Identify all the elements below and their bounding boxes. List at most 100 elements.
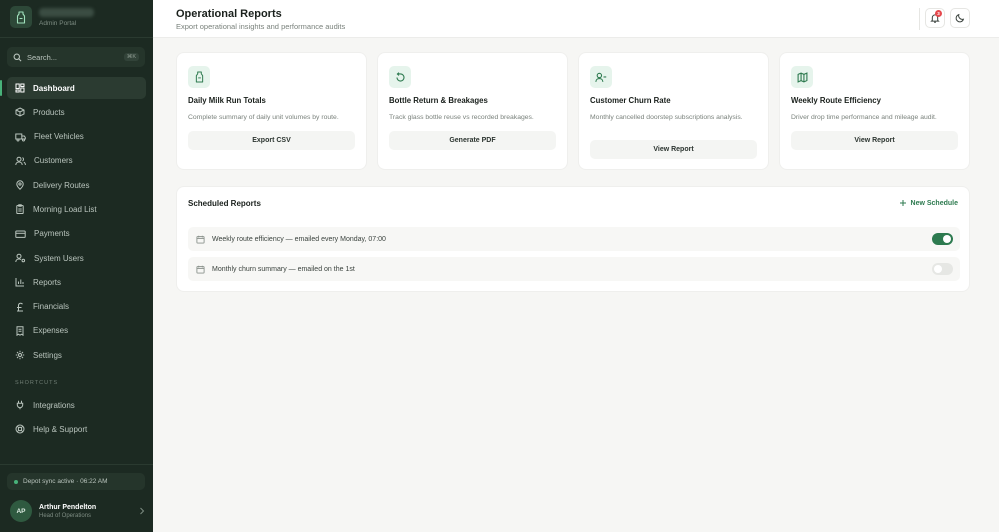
search-input[interactable]: Search... ⌘K: [7, 47, 145, 67]
user-profile[interactable]: AP Arthur Pendelton Head of Operations: [10, 498, 145, 524]
schedule-description: Weekly route efficiency — emailed every …: [212, 235, 386, 243]
report-card-bottle-return: Bottle Return & Breakages Track glass bo…: [377, 52, 568, 170]
sidebar-item-label: Financials: [33, 302, 70, 312]
sidebar-item-label: Delivery Routes: [33, 180, 90, 190]
sidebar-divider: [0, 464, 153, 465]
view-report-button[interactable]: View Report: [590, 140, 757, 159]
credit-card-icon: [15, 230, 26, 238]
sidebar-item-help-support[interactable]: Help & Support: [7, 418, 146, 440]
user-cog-icon: [15, 253, 26, 263]
shortcuts-nav: Integrations Help & Support: [7, 394, 146, 443]
notification-badge: 3: [935, 10, 942, 17]
sidebar-item-label: System Users: [34, 253, 84, 263]
toggle-knob: [943, 235, 951, 243]
calendar-icon: [196, 235, 205, 244]
new-schedule-button[interactable]: New Schedule: [899, 199, 958, 207]
schedule-description: Monthly churn summary — emailed on the 1…: [212, 265, 355, 273]
scheduled-reports-panel: Scheduled Reports New Schedule Weekly ro…: [176, 186, 970, 292]
milk-bottle-icon: [10, 6, 32, 28]
status-dot-icon: [14, 479, 18, 484]
search-placeholder: Search...: [27, 52, 58, 62]
clipboard-icon: [16, 204, 24, 215]
pound-icon: [17, 302, 23, 312]
sidebar-item-label: Morning Load List: [33, 204, 97, 214]
dashboard-icon: [15, 83, 25, 93]
sidebar-divider: [0, 37, 153, 38]
sidebar: Admin Portal Search... ⌘K Dashboard Prod…: [0, 0, 153, 532]
shortcuts-heading: SHORTCUTS: [15, 380, 59, 386]
sidebar-item-label: Settings: [33, 350, 62, 360]
card-title: Bottle Return & Breakages: [389, 96, 488, 105]
schedule-row: Monthly churn summary — emailed on the 1…: [188, 257, 960, 281]
users-icon: [15, 156, 26, 165]
user-name: Arthur Pendelton: [39, 503, 97, 511]
schedule-toggle[interactable]: [932, 233, 953, 245]
schedule-row: Weekly route efficiency — emailed every …: [188, 227, 960, 251]
brand[interactable]: Admin Portal: [10, 6, 94, 28]
card-description: Complete summary of daily unit volumes b…: [188, 114, 339, 121]
sync-status-text: Depot sync active · 06:22 AM: [23, 478, 108, 485]
sidebar-item-label: Reports: [33, 277, 62, 287]
sidebar-item-label: Expenses: [33, 326, 69, 336]
sidebar-item-system-users[interactable]: System Users: [7, 247, 146, 269]
card-title: Weekly Route Efficiency: [791, 96, 881, 105]
card-description: Monthly cancelled doorstep subscriptions…: [590, 114, 743, 121]
schedule-toggle[interactable]: [932, 263, 953, 275]
sidebar-item-morning-load-list[interactable]: Morning Load List: [7, 198, 146, 220]
gear-icon: [15, 351, 25, 360]
view-report-button[interactable]: View Report: [791, 131, 958, 150]
report-card-daily-milk-run: Daily Milk Run Totals Complete summary o…: [176, 52, 367, 170]
search-icon: [13, 53, 22, 61]
user-role: Head of Operations: [39, 512, 92, 519]
milk-bottle-icon: [188, 66, 210, 88]
sidebar-item-products[interactable]: Products: [7, 101, 146, 123]
report-card-route-efficiency: Weekly Route Efficiency Driver drop time…: [779, 52, 970, 170]
sidebar-item-delivery-routes[interactable]: Delivery Routes: [7, 174, 146, 196]
sidebar-item-label: Products: [33, 107, 65, 117]
map-pin-icon: [16, 180, 24, 191]
sidebar-item-label: Integrations: [33, 400, 75, 410]
report-card-customer-churn: Customer Churn Rate Monthly cancelled do…: [578, 52, 769, 170]
section-title: Scheduled Reports: [188, 199, 261, 208]
refresh-icon: [389, 66, 411, 88]
sidebar-item-fleet-vehicles[interactable]: Fleet Vehicles: [7, 126, 146, 148]
sidebar-item-label: Customers: [34, 156, 73, 166]
sidebar-nav: Dashboard Products Fleet Vehicles Custom…: [7, 77, 146, 369]
page-header: Operational Reports Export operational i…: [153, 0, 999, 38]
sidebar-item-settings[interactable]: Settings: [7, 344, 146, 366]
generate-pdf-button[interactable]: Generate PDF: [389, 131, 556, 150]
calendar-icon: [196, 265, 205, 274]
card-title: Customer Churn Rate: [590, 96, 671, 105]
theme-toggle-button[interactable]: [950, 8, 970, 28]
sidebar-item-expenses[interactable]: Expenses: [7, 320, 146, 342]
card-description: Driver drop time performance and mileage…: [791, 114, 937, 121]
receipt-icon: [16, 326, 24, 336]
page-title: Operational Reports: [176, 8, 282, 20]
sidebar-item-payments[interactable]: Payments: [7, 223, 146, 245]
active-indicator: [0, 80, 2, 96]
sidebar-item-integrations[interactable]: Integrations: [7, 394, 146, 416]
export-csv-button[interactable]: Export CSV: [188, 131, 355, 150]
bar-chart-icon: [15, 278, 24, 287]
box-icon: [15, 107, 25, 117]
moon-icon: [955, 13, 965, 23]
brand-name-redacted: [39, 7, 94, 17]
toggle-knob: [934, 265, 942, 273]
sidebar-item-customers[interactable]: Customers: [7, 150, 146, 172]
truck-icon: [15, 133, 26, 142]
user-minus-icon: [590, 66, 612, 88]
page-subtitle: Export operational insights and performa…: [176, 22, 346, 31]
sidebar-item-label: Payments: [34, 229, 70, 239]
lifebuoy-icon: [15, 424, 25, 434]
plug-icon: [16, 400, 24, 410]
brand-subtitle: Admin Portal: [39, 19, 77, 27]
chevron-right-icon: [140, 507, 145, 515]
sidebar-item-reports[interactable]: Reports: [7, 271, 146, 293]
sidebar-item-dashboard[interactable]: Dashboard: [7, 77, 146, 99]
search-shortcut: ⌘K: [123, 53, 139, 61]
notifications-button[interactable]: 3: [925, 8, 945, 28]
header-divider: [919, 8, 920, 30]
sync-status: Depot sync active · 06:22 AM: [7, 473, 145, 490]
card-description: Track glass bottle reuse vs recorded bre…: [389, 114, 534, 121]
sidebar-item-financials[interactable]: Financials: [7, 296, 146, 318]
